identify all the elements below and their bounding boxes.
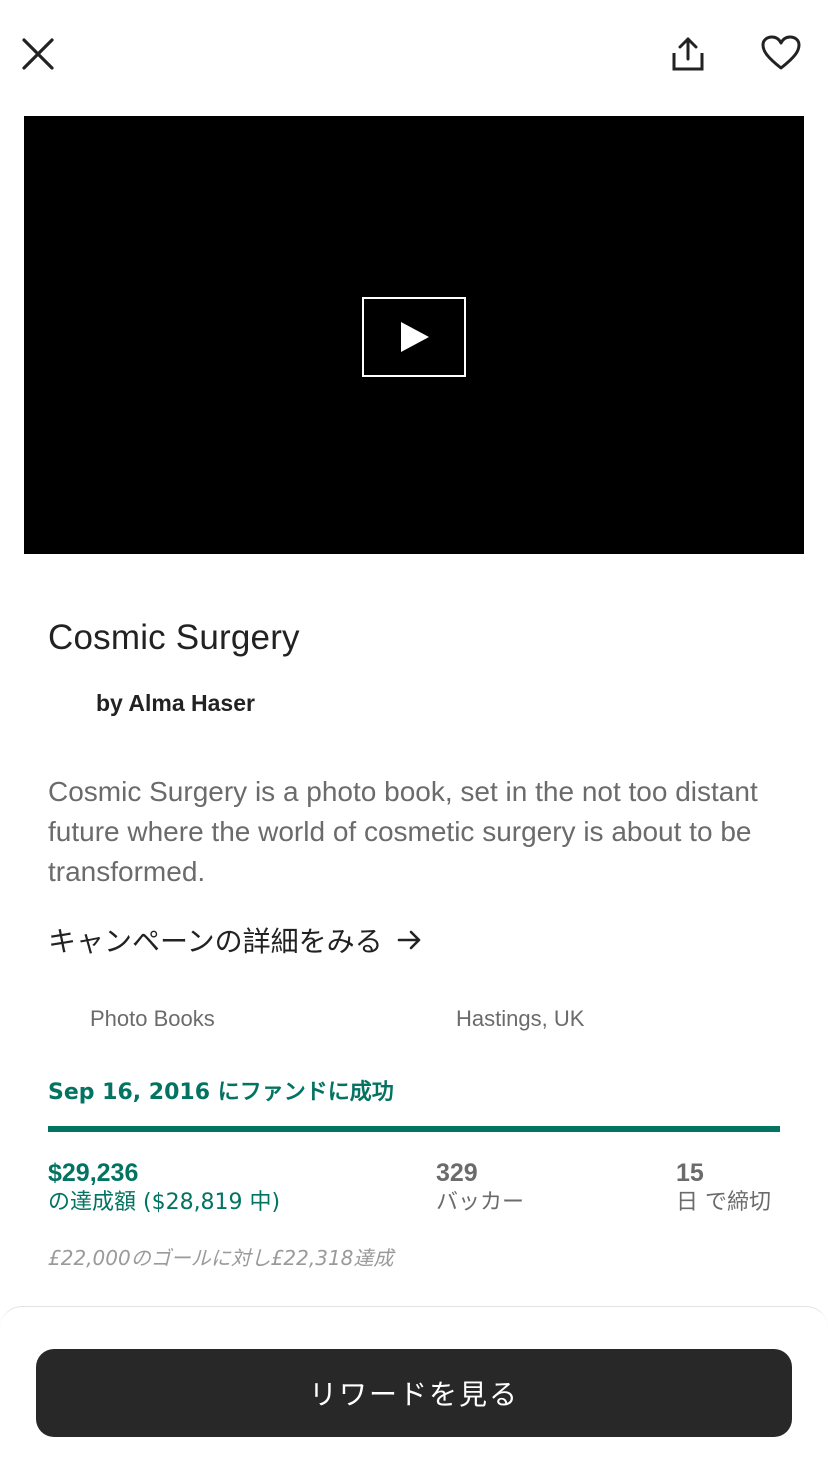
stat-pledged: $29,236 の達成額 ($28,819 中) — [48, 1158, 280, 1218]
days-count: 15 — [676, 1159, 704, 1187]
stat-backers: 329 バッカー — [436, 1158, 524, 1218]
project-video[interactable] — [24, 116, 804, 554]
currency-conversion-note: £22,000のゴールに対し£22,318達成 — [48, 1246, 394, 1270]
close-icon — [22, 38, 54, 70]
share-button[interactable] — [664, 30, 712, 78]
stat-days: 15 日 で締切 — [676, 1158, 771, 1218]
pledged-label: の達成額 ($28,819 中) — [48, 1190, 281, 1215]
project-location[interactable]: Hastings, UK — [456, 1006, 584, 1032]
view-rewards-button[interactable]: リワードを見る — [36, 1349, 792, 1437]
days-label: 日 で締切 — [676, 1190, 771, 1215]
top-bar — [0, 0, 828, 110]
backers-count: 329 — [436, 1159, 478, 1187]
funding-progress-fill — [48, 1126, 780, 1132]
play-icon — [401, 322, 429, 352]
pledged-amount: $29,236 — [48, 1159, 139, 1187]
funding-progress-bar — [48, 1126, 780, 1132]
play-button[interactable] — [362, 297, 466, 377]
creator-name[interactable]: by Alma Haser — [96, 690, 255, 717]
footer-bar: リワードを見る — [0, 1306, 828, 1472]
project-title: Cosmic Surgery — [48, 618, 300, 657]
funding-status: Sep 16, 2016 にファンドに成功 — [48, 1080, 394, 1105]
arrow-right-icon — [397, 930, 420, 950]
backers-label: バッカー — [436, 1190, 525, 1215]
favorite-button[interactable] — [756, 28, 806, 78]
close-button[interactable] — [14, 30, 62, 78]
share-icon — [672, 37, 704, 71]
project-category[interactable]: Photo Books — [90, 1006, 215, 1032]
campaign-details-link[interactable]: キャンペーンの詳細をみる — [48, 920, 423, 960]
project-blurb: Cosmic Surgery is a photo book, set in t… — [48, 776, 758, 887]
heart-icon — [761, 35, 801, 70]
campaign-details-label: キャンペーンの詳細をみる — [48, 925, 383, 958]
